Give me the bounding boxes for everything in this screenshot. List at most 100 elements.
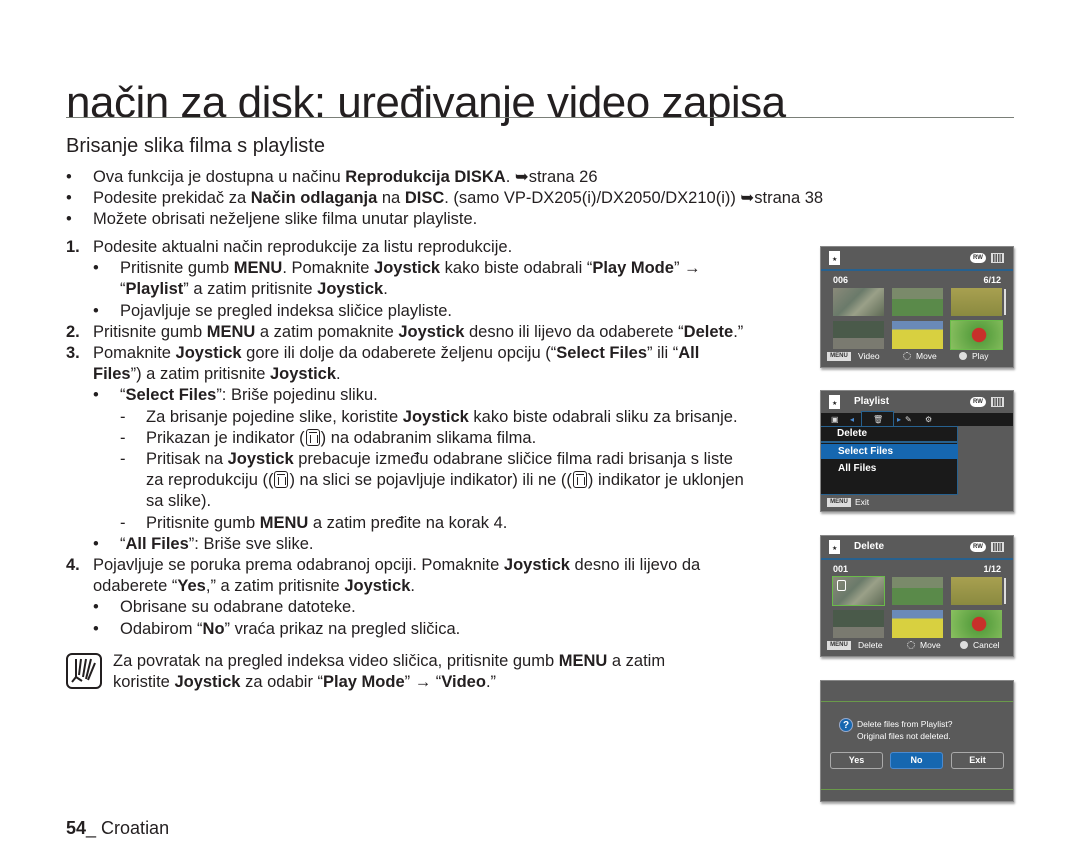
section-title: Brisanje slika filma s playliste bbox=[66, 135, 325, 157]
joystick-move-icon bbox=[907, 641, 915, 649]
scrollbar[interactable] bbox=[1004, 289, 1006, 315]
menu-item-all-files[interactable]: All Files bbox=[821, 461, 958, 476]
thumbnail[interactable] bbox=[951, 577, 1002, 605]
step-3: 3. Pomaknite Joystick gore ili dolje da o… bbox=[66, 344, 700, 363]
scrollbar[interactable] bbox=[1004, 578, 1006, 604]
thumbnail[interactable] bbox=[833, 321, 884, 349]
joystick-move-icon bbox=[903, 352, 911, 360]
step-1-bullet: • Pojavljuje se pregled indeksa sličice … bbox=[93, 301, 453, 320]
intro-item: • Podesite prekidač za Način odlaganja n… bbox=[66, 188, 823, 209]
bullet: • bbox=[66, 168, 72, 186]
disc-rw-icon: RW bbox=[970, 397, 986, 407]
screen-header: RW bbox=[821, 247, 1013, 271]
trash-icon bbox=[837, 580, 846, 591]
steps-list: 1. Podesite aktualni način reprodukcije z… bbox=[66, 237, 806, 640]
battery-icon bbox=[991, 542, 1004, 552]
arrow-left-icon[interactable]: ◂ bbox=[850, 415, 854, 424]
screen-header: Delete RW bbox=[821, 536, 1013, 560]
bullet: • bbox=[66, 210, 72, 229]
screen-footer: MENU Video Move Play bbox=[821, 347, 1013, 367]
step-3-dash-cont: sa slike). bbox=[146, 492, 212, 511]
step-4-cont: odaberete “Yes,” a zatim pritisnite Joys… bbox=[93, 577, 415, 596]
edit-tab-icon[interactable]: ✎ bbox=[905, 415, 912, 424]
note-pencil-icon bbox=[66, 653, 102, 689]
step-3-bullet-select: • “Select Files”: Briše pojedinu sliku. bbox=[93, 386, 378, 405]
dialog-divider bbox=[821, 701, 1013, 702]
settings-tab-icon[interactable]: ⚙ bbox=[925, 415, 932, 424]
thumbnail[interactable] bbox=[951, 288, 1002, 316]
menu-key-icon: MENU bbox=[827, 352, 851, 361]
step-3-dash: - Prikazan je indikator () na odabranim … bbox=[120, 428, 537, 447]
dialog-message: Delete files from Playlist? Original fil… bbox=[857, 719, 953, 741]
step-3-dash: - Pritisnite gumb MENU a zatim pređite n… bbox=[120, 513, 508, 532]
file-number: 001 bbox=[833, 564, 849, 574]
step-4-bullet: • Obrisane su odabrane datoteke. bbox=[93, 598, 356, 617]
disc-rw-icon: RW bbox=[970, 542, 986, 552]
screen-footer: MENU Delete Move Cancel bbox=[821, 636, 1013, 656]
screen-delete-index: Delete RW 001 1/12 MENU Delete Move Canc… bbox=[820, 535, 1014, 657]
dialog-divider bbox=[821, 789, 1013, 790]
thumbnail[interactable] bbox=[951, 610, 1002, 638]
note-text: Za povratak na pregled indeksa video sli… bbox=[113, 652, 666, 692]
exit-button[interactable]: Exit bbox=[951, 752, 1004, 769]
thumbnail-selected[interactable] bbox=[832, 576, 885, 606]
step-4-bullet: • Odabirom “No” vraća prikaz na pregled … bbox=[93, 619, 461, 638]
thumbnail[interactable] bbox=[892, 610, 943, 638]
trash-icon: 🗑 bbox=[873, 415, 884, 424]
step-2: 2. Pritisnite gumb MENU a zatim pomaknite… bbox=[66, 322, 744, 341]
step-3-dash: - Za brisanje pojedine slike, koristite … bbox=[120, 407, 738, 426]
bullet: • bbox=[66, 189, 72, 208]
menu-tab-bar: ▣ ◂ ▸ ✎ ⚙ bbox=[821, 413, 1013, 426]
title-rule bbox=[66, 117, 1014, 118]
file-icon bbox=[829, 540, 840, 554]
trash-icon bbox=[274, 471, 289, 489]
screen-video-index: RW 006 6/12 MENU Video Move Play bbox=[820, 246, 1014, 368]
intro-list: • Ova funkcija je dostupna u načinu Repr… bbox=[66, 167, 823, 231]
thumbnail[interactable] bbox=[892, 288, 943, 316]
trash-icon bbox=[305, 428, 320, 446]
screen-confirm-dialog: ? Delete files from Playlist? Original f… bbox=[820, 680, 1014, 802]
delete-tab[interactable]: 🗑 bbox=[861, 411, 894, 427]
menu-key-icon: MENU bbox=[827, 641, 851, 650]
step-4: 4. Pojavljuje se poruka prema odabranoj o… bbox=[66, 556, 701, 575]
joystick-ok-icon bbox=[960, 641, 968, 649]
screen-title: Playlist bbox=[854, 396, 890, 407]
screen-footer: MENU Exit bbox=[821, 495, 1013, 511]
thumbnail-selected[interactable] bbox=[950, 320, 1003, 350]
menu-key-icon: MENU bbox=[827, 498, 851, 507]
step-1-bullet-cont: “Playlist” a zatim pritisnite Joystick. bbox=[120, 280, 388, 299]
menu-item-select-files[interactable]: Select Files bbox=[821, 444, 958, 459]
language-label: Croatian bbox=[101, 818, 170, 838]
arrow-right-icon[interactable]: ▸ bbox=[897, 415, 901, 424]
playmode-tab-icon[interactable]: ▣ bbox=[831, 415, 839, 424]
page-title: način za disk: uređivanje video zapisa bbox=[66, 78, 786, 127]
thumbnail[interactable] bbox=[892, 577, 943, 605]
no-button[interactable]: No bbox=[890, 752, 943, 769]
menu-header: Delete bbox=[837, 428, 868, 439]
step-3-dash-cont: za reprodukciju (() na slici se pojavlju… bbox=[146, 471, 744, 490]
step-1-bullet: • Pritisnite gumb MENU. Pomaknite Joysti… bbox=[93, 259, 701, 278]
trash-icon bbox=[572, 471, 587, 489]
screen-header: Playlist RW bbox=[821, 391, 1013, 415]
step-1: 1. Podesite aktualni način reprodukcije z… bbox=[66, 238, 513, 256]
disc-rw-icon: RW bbox=[970, 253, 986, 263]
battery-icon bbox=[991, 253, 1004, 263]
file-count: 6/12 bbox=[983, 275, 1001, 285]
yes-button[interactable]: Yes bbox=[830, 752, 883, 769]
screen-playlist-menu: Playlist RW ▣ ◂ ▸ ✎ ⚙ 🗑 Delete Select Fi… bbox=[820, 390, 1014, 512]
page-footer: 54_ Croatian bbox=[66, 818, 170, 838]
question-icon: ? bbox=[839, 718, 853, 732]
joystick-ok-icon bbox=[959, 352, 967, 360]
step-3-dash: - Pritisak na Joystick prebacuje između … bbox=[120, 450, 733, 469]
menu-divider bbox=[821, 441, 958, 443]
thumbnail[interactable] bbox=[833, 288, 884, 316]
intro-item: • Ova funkcija je dostupna u načinu Repr… bbox=[66, 167, 806, 188]
step-3-bullet-all: • “All Files”: Briše sve slike. bbox=[93, 534, 314, 553]
thumbnail[interactable] bbox=[833, 610, 884, 638]
thumbnail[interactable] bbox=[892, 321, 943, 349]
file-icon bbox=[829, 251, 840, 265]
screen-title: Delete bbox=[854, 541, 885, 552]
file-count: 1/12 bbox=[983, 564, 1001, 574]
file-icon bbox=[829, 395, 840, 409]
battery-icon bbox=[991, 397, 1004, 407]
